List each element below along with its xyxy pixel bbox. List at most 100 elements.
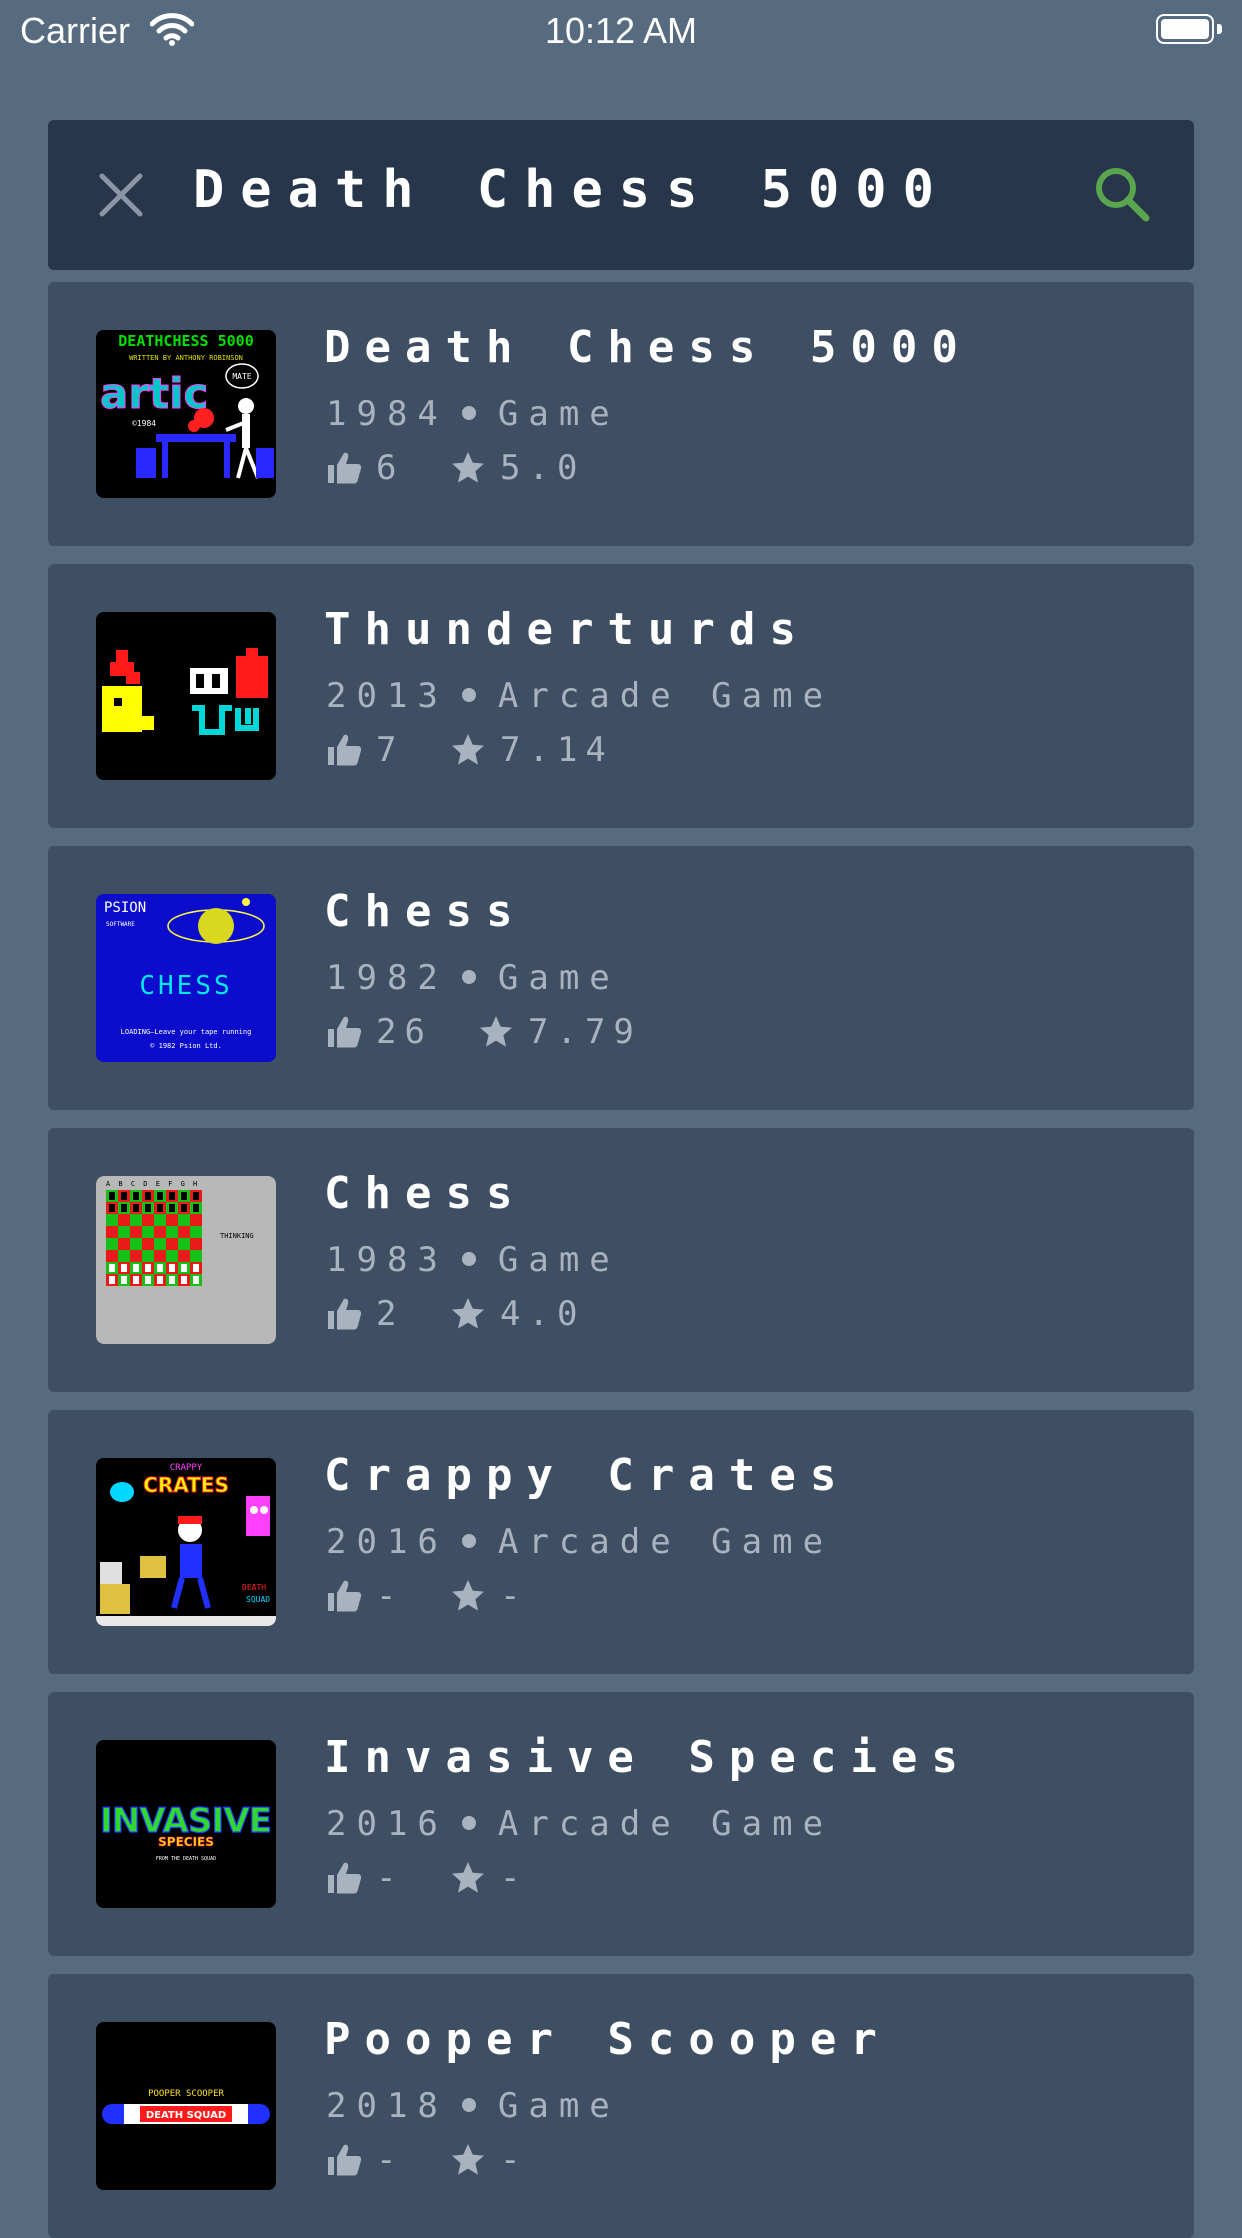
game-year: 1983: [326, 1240, 448, 1280]
svg-text:THINKING: THINKING: [220, 1232, 254, 1240]
game-title: Pooper Scooper: [324, 2014, 891, 2065]
game-meta: 1982 Game: [326, 958, 620, 998]
result-card-5[interactable]: CRAPPY CRATES DEATH SQUAD Crappy Crates …: [48, 1410, 1194, 1674]
clear-search-icon[interactable]: [96, 170, 146, 220]
separator-dot: [461, 687, 476, 702]
game-title: Crappy Crates: [324, 1450, 851, 1501]
separator-dot: [461, 405, 476, 420]
game-title: Chess: [324, 1168, 527, 1219]
game-title: Chess: [324, 886, 527, 937]
rating-stat: 7.79: [478, 1012, 642, 1052]
star-icon: [452, 452, 484, 483]
thumbs-up-icon: [328, 734, 362, 766]
search-icon[interactable]: [1092, 164, 1152, 224]
search-bar: Death Chess 5000: [48, 120, 1194, 270]
svg-text:POOPER SCOOPER: POOPER SCOOPER: [148, 2089, 224, 2099]
svg-text:DEATH SQUAD: DEATH SQUAD: [146, 2110, 226, 2121]
likes-stat: 6: [326, 448, 404, 488]
game-meta: 1984 Game: [326, 394, 620, 434]
game-year: 1984: [326, 394, 448, 434]
game-year: 1982: [326, 958, 448, 998]
game-thumbnail: CRAPPY CRATES DEATH SQUAD: [96, 1458, 276, 1626]
thumbs-up-icon: [328, 1862, 362, 1894]
game-title: Death Chess 5000: [324, 322, 972, 373]
result-card-2[interactable]: Thunderturds 2013 Arcade Game 7 7.14: [48, 564, 1194, 828]
likes-count: -: [376, 2140, 405, 2180]
battery-icon: [1156, 14, 1222, 46]
likes-count: 2: [376, 1294, 405, 1334]
svg-text:PSION: PSION: [104, 900, 146, 916]
game-year: 2016: [326, 1522, 448, 1562]
likes-stat: -: [326, 1858, 404, 1898]
star-icon: [452, 1862, 484, 1893]
result-card-1[interactable]: DEATHCHESS 5000 WRITTEN BY ANTHONY ROBIN…: [48, 282, 1194, 546]
svg-text:CRATES: CRATES: [143, 1473, 229, 1497]
result-card-3[interactable]: PSION SOFTWARE CHESS LOADING—Leave your …: [48, 846, 1194, 1110]
game-meta: 1983 Game: [326, 1240, 620, 1280]
separator-dot: [461, 2097, 476, 2112]
rating-value: 5.0: [500, 448, 586, 488]
svg-text:SPECIES: SPECIES: [158, 1835, 214, 1849]
svg-text:MATE: MATE: [232, 372, 251, 381]
likes-count: 26: [376, 1012, 433, 1052]
result-card-4[interactable]: A B C D E F G H THINKING Chess 1983 Game …: [48, 1128, 1194, 1392]
rating-stat: 4.0: [450, 1294, 585, 1334]
game-meta: 2016 Arcade Game: [326, 1522, 833, 1562]
star-icon: [480, 1016, 512, 1047]
star-icon: [452, 2144, 484, 2175]
separator-dot: [461, 1815, 476, 1830]
rating-value: 7.14: [500, 730, 614, 770]
likes-stat: 7: [326, 730, 404, 770]
game-thumbnail: PSION SOFTWARE CHESS LOADING—Leave your …: [96, 894, 276, 1062]
game-year: 2016: [326, 1804, 448, 1844]
svg-text:© 1982 Psion Ltd.: © 1982 Psion Ltd.: [150, 1042, 222, 1050]
rating-stat: -: [450, 1576, 528, 1616]
svg-text:LOADING—Leave your tape runnin: LOADING—Leave your tape running: [121, 1028, 252, 1036]
game-meta: 2018 Game: [326, 2086, 620, 2126]
game-thumbnail: DEATHCHESS 5000 WRITTEN BY ANTHONY ROBIN…: [96, 330, 276, 498]
thumbs-up-icon: [328, 2144, 362, 2176]
search-input[interactable]: Death Chess 5000: [193, 160, 950, 220]
game-genre: Arcade Game: [497, 676, 834, 716]
thumbs-up-icon: [328, 1580, 362, 1612]
status-bar: Carrier 10:12 AM: [0, 0, 1242, 60]
likes-count: 6: [376, 448, 405, 488]
svg-text:FROM THE DEATH SQUAD: FROM THE DEATH SQUAD: [156, 1856, 216, 1862]
star-icon: [452, 1298, 484, 1329]
thumbs-up-icon: [328, 1016, 362, 1048]
game-title: Invasive Species: [324, 1732, 972, 1783]
result-card-7[interactable]: POOPER SCOOPER DEATH SQUAD Pooper Scoope…: [48, 1974, 1194, 2238]
result-card-6[interactable]: INVASIVE SPECIES FROM THE DEATH SQUAD In…: [48, 1692, 1194, 1956]
likes-count: 7: [376, 730, 405, 770]
likes-stat: 26: [326, 1012, 433, 1052]
rating-value: -: [500, 2140, 529, 2180]
game-title: Thunderturds: [324, 604, 810, 655]
game-genre: Game: [497, 1240, 620, 1280]
game-genre: Game: [497, 394, 620, 434]
separator-dot: [461, 1251, 476, 1266]
game-genre: Arcade Game: [497, 1804, 834, 1844]
rating-stat: -: [450, 2140, 528, 2180]
svg-text:SQUAD: SQUAD: [246, 1595, 270, 1604]
likes-count: -: [376, 1576, 405, 1616]
thumbs-up-icon: [328, 452, 362, 484]
svg-text:CHESS: CHESS: [139, 971, 232, 1001]
rating-stat: 7.14: [450, 730, 614, 770]
star-icon: [452, 734, 484, 765]
svg-text:WRITTEN BY ANTHONY ROBINSON: WRITTEN BY ANTHONY ROBINSON: [129, 354, 243, 362]
star-icon: [452, 1580, 484, 1611]
rating-stat: -: [450, 1858, 528, 1898]
likes-stat: -: [326, 1576, 404, 1616]
likes-count: -: [376, 1858, 405, 1898]
rating-value: -: [500, 1858, 529, 1898]
svg-text:artic: artic: [100, 369, 208, 418]
rating-value: 7.79: [528, 1012, 642, 1052]
separator-dot: [461, 969, 476, 984]
game-thumbnail: INVASIVE SPECIES FROM THE DEATH SQUAD: [96, 1740, 276, 1908]
svg-text:CRAPPY: CRAPPY: [170, 1463, 203, 1473]
game-thumbnail: A B C D E F G H THINKING: [96, 1176, 276, 1344]
game-genre: Game: [497, 2086, 620, 2126]
game-genre: Arcade Game: [497, 1522, 834, 1562]
separator-dot: [461, 1533, 476, 1548]
svg-text:DEATHCHESS 5000: DEATHCHESS 5000: [118, 332, 253, 350]
